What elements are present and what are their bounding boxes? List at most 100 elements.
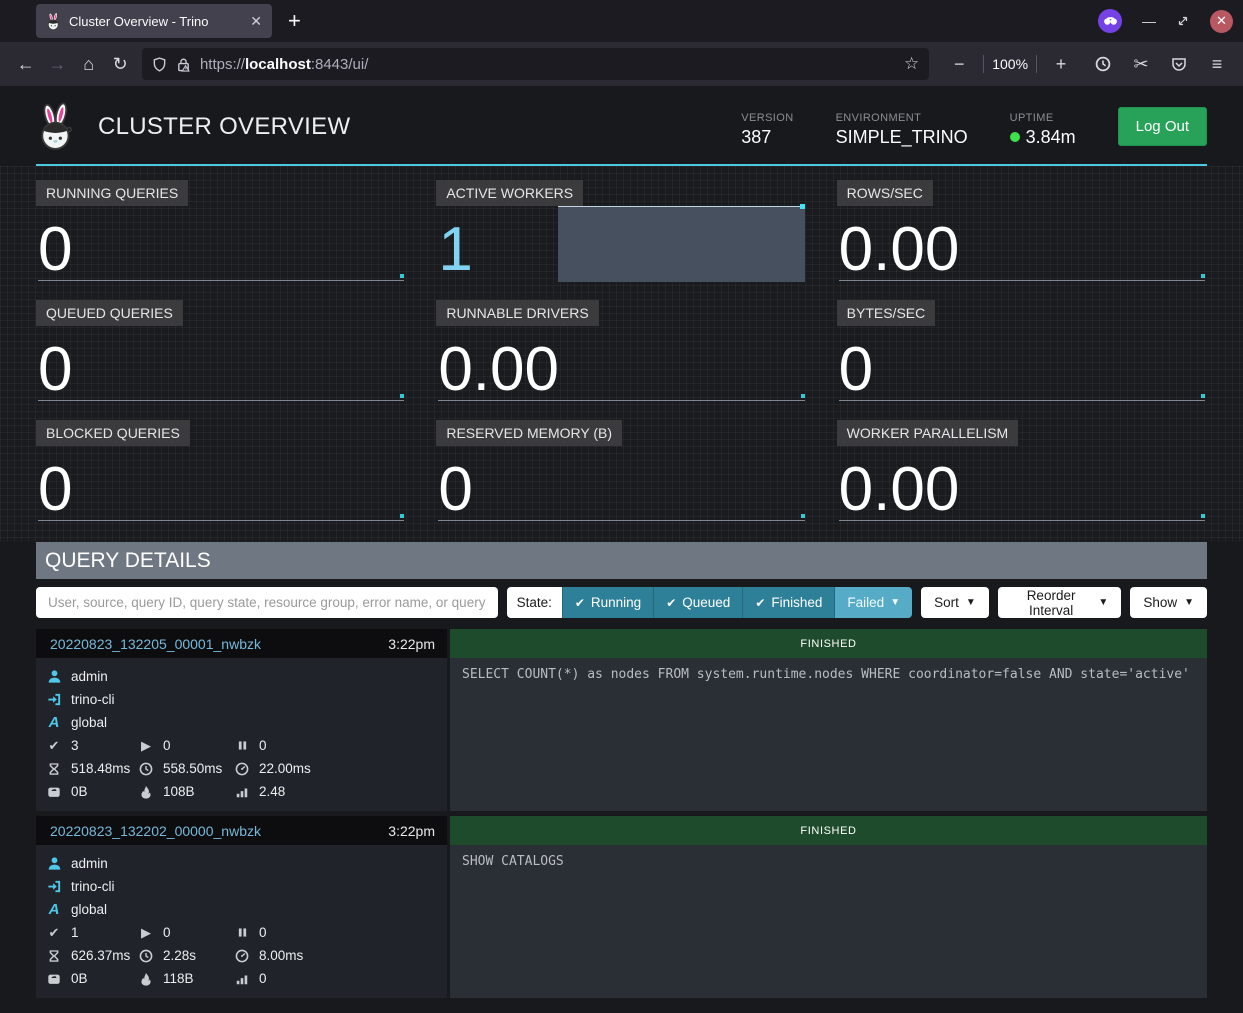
bookmark-star-icon[interactable]: ☆ xyxy=(904,54,919,74)
query-sql-text: SHOW CATALOGS xyxy=(450,845,1207,998)
cumulative-memory-bars-icon xyxy=(234,972,250,986)
chevron-down-icon: ▼ xyxy=(890,597,900,608)
stat-card-queued-queries: QUEUED QUERIES 0 xyxy=(36,300,406,406)
completed-splits-check-icon: ✔ xyxy=(46,738,62,754)
running-splits-play-icon: ▶ xyxy=(138,738,154,754)
source-signin-icon xyxy=(46,879,62,894)
query-time: 3:22pm xyxy=(388,823,435,839)
current-memory-scale-icon xyxy=(46,972,62,986)
stat-card-reserved-memory: RESERVED MEMORY (B) 0 xyxy=(436,420,806,526)
trino-logo xyxy=(36,102,76,152)
history-clock-icon[interactable] xyxy=(1087,48,1119,80)
browser-toolbar: ← → ⌂ ↻ https://localhost:8443/ui/ ☆ − 1… xyxy=(0,42,1243,86)
version-stat: VERSION 387 xyxy=(741,112,793,148)
query-filter-toolbar: State: ✔ Running ✔ Queued ✔ Finished Fai… xyxy=(36,587,1207,618)
state-filter-finished[interactable]: ✔ Finished xyxy=(742,587,834,618)
logout-button[interactable]: Log Out xyxy=(1118,107,1207,146)
running-splits-play-icon: ▶ xyxy=(138,925,154,941)
zoom-out-button[interactable]: − xyxy=(943,48,975,80)
wall-time-hourglass-icon xyxy=(46,949,62,963)
sparkline xyxy=(839,400,1205,401)
stat-card-worker-parallelism: WORKER PARALLELISM 0.00 xyxy=(837,420,1207,526)
environment-stat: ENVIRONMENT SIMPLE_TRINO xyxy=(836,112,968,148)
chevron-down-icon: ▼ xyxy=(966,597,976,608)
shield-icon[interactable] xyxy=(152,57,167,72)
stat-card-runnable-drivers: RUNNABLE DRIVERS 0.00 xyxy=(436,300,806,406)
query-search-input[interactable] xyxy=(36,587,498,618)
state-filter-queued[interactable]: ✔ Queued xyxy=(653,587,742,618)
completed-splits-check-icon: ✔ xyxy=(46,925,62,941)
query-state-badge: FINISHED xyxy=(800,825,856,837)
query-resource-group: global xyxy=(71,715,107,730)
sparkline-area xyxy=(558,206,804,282)
query-id-link[interactable]: 20220823_132205_00001_nwbzk xyxy=(50,636,261,652)
queued-splits-pause-icon xyxy=(234,739,250,752)
stat-card-blocked-queries: BLOCKED QUERIES 0 xyxy=(36,420,406,526)
window-restore-button[interactable] xyxy=(1176,14,1190,28)
new-tab-button[interactable]: + xyxy=(288,8,301,34)
source-signin-icon xyxy=(46,692,62,707)
stat-card-running-queries: RUNNING QUERIES 0 xyxy=(36,180,406,286)
browser-tab-bar: Cluster Overview - Trino ✕ + — ✕ xyxy=(0,0,1243,42)
queued-splits-pause-icon xyxy=(234,926,250,939)
forward-button[interactable]: → xyxy=(41,48,72,80)
query-stats-panel: admin trino-cli A global ✔3 ▶0 0 518.48m… xyxy=(36,658,447,811)
query-id-link[interactable]: 20220823_132202_00000_nwbzk xyxy=(50,823,261,839)
sparkline xyxy=(438,520,804,521)
query-stats-panel: admin trino-cli A global ✔1 ▶0 0 626.37m… xyxy=(36,845,447,998)
resource-group-icon: A xyxy=(46,714,62,731)
query-state-badge: FINISHED xyxy=(800,638,856,650)
screenshot-scissors-icon[interactable]: ✂ xyxy=(1125,48,1157,80)
version-value: 387 xyxy=(741,127,793,148)
check-icon: ✔ xyxy=(755,596,765,610)
reload-button[interactable]: ↻ xyxy=(104,48,135,80)
window-minimize-button[interactable]: — xyxy=(1142,13,1156,29)
lock-warning-icon[interactable] xyxy=(176,57,191,72)
cpu-time-gauge-icon xyxy=(234,762,250,776)
home-button[interactable]: ⌂ xyxy=(73,48,104,80)
sparkline xyxy=(38,280,404,281)
elapsed-time-clock-icon xyxy=(138,949,154,963)
back-button[interactable]: ← xyxy=(10,48,41,80)
tab-title: Cluster Overview - Trino xyxy=(69,14,240,29)
query-time: 3:22pm xyxy=(388,636,435,652)
resource-group-icon: A xyxy=(46,901,62,918)
zoom-in-button[interactable]: + xyxy=(1045,48,1077,80)
sparkline xyxy=(38,400,404,401)
window-close-button[interactable]: ✕ xyxy=(1210,10,1233,33)
zoom-level[interactable]: 100% xyxy=(992,56,1028,72)
user-icon xyxy=(46,669,62,684)
query-resource-group: global xyxy=(71,902,107,917)
trino-cluster-overview-page: CLUSTER OVERVIEW VERSION 387 ENVIRONMENT… xyxy=(0,86,1243,1013)
query-details-header: QUERY DETAILS xyxy=(36,542,1207,579)
query-source: trino-cli xyxy=(71,692,115,707)
show-dropdown[interactable]: Show ▼ xyxy=(1130,587,1207,618)
cluster-stats-section: RUNNING QUERIES 0 ACTIVE WORKERS 1 ROWS/… xyxy=(0,166,1243,542)
browser-tab[interactable]: Cluster Overview - Trino ✕ xyxy=(36,4,272,38)
pocket-icon[interactable] xyxy=(1163,48,1195,80)
user-icon xyxy=(46,856,62,871)
query-source: trino-cli xyxy=(71,879,115,894)
query-sql-text: SELECT COUNT(*) as nodes FROM system.run… xyxy=(450,658,1207,811)
elapsed-time-clock-icon xyxy=(138,762,154,776)
reorder-interval-dropdown[interactable]: Reorder Interval ▼ xyxy=(998,587,1122,618)
state-filter-running[interactable]: ✔ Running xyxy=(562,587,653,618)
menu-hamburger-icon[interactable]: ≡ xyxy=(1201,48,1233,80)
check-icon: ✔ xyxy=(575,596,585,610)
tab-close-icon[interactable]: ✕ xyxy=(248,13,264,30)
query-user: admin xyxy=(71,669,108,684)
uptime-stat: UPTIME 3.84m xyxy=(1010,112,1076,148)
query-header: 20220823_132202_00000_nwbzk 3:22pm xyxy=(36,816,447,845)
stat-card-rows-sec: ROWS/SEC 0.00 xyxy=(837,180,1207,286)
cumulative-memory-bars-icon xyxy=(234,785,250,799)
query-row: 20220823_132205_00001_nwbzk 3:22pm FINIS… xyxy=(36,629,1207,811)
state-filter-label: State: xyxy=(507,587,562,618)
cpu-time-gauge-icon xyxy=(234,949,250,963)
state-filter-failed-dropdown[interactable]: Failed ▼ xyxy=(834,587,912,618)
sort-dropdown[interactable]: Sort ▼ xyxy=(921,587,989,618)
environment-value: SIMPLE_TRINO xyxy=(836,127,968,148)
stat-card-bytes-sec: BYTES/SEC 0 xyxy=(837,300,1207,406)
peak-memory-fire-icon xyxy=(138,785,154,799)
current-memory-scale-icon xyxy=(46,785,62,799)
url-bar[interactable]: https://localhost:8443/ui/ ☆ xyxy=(142,48,929,80)
